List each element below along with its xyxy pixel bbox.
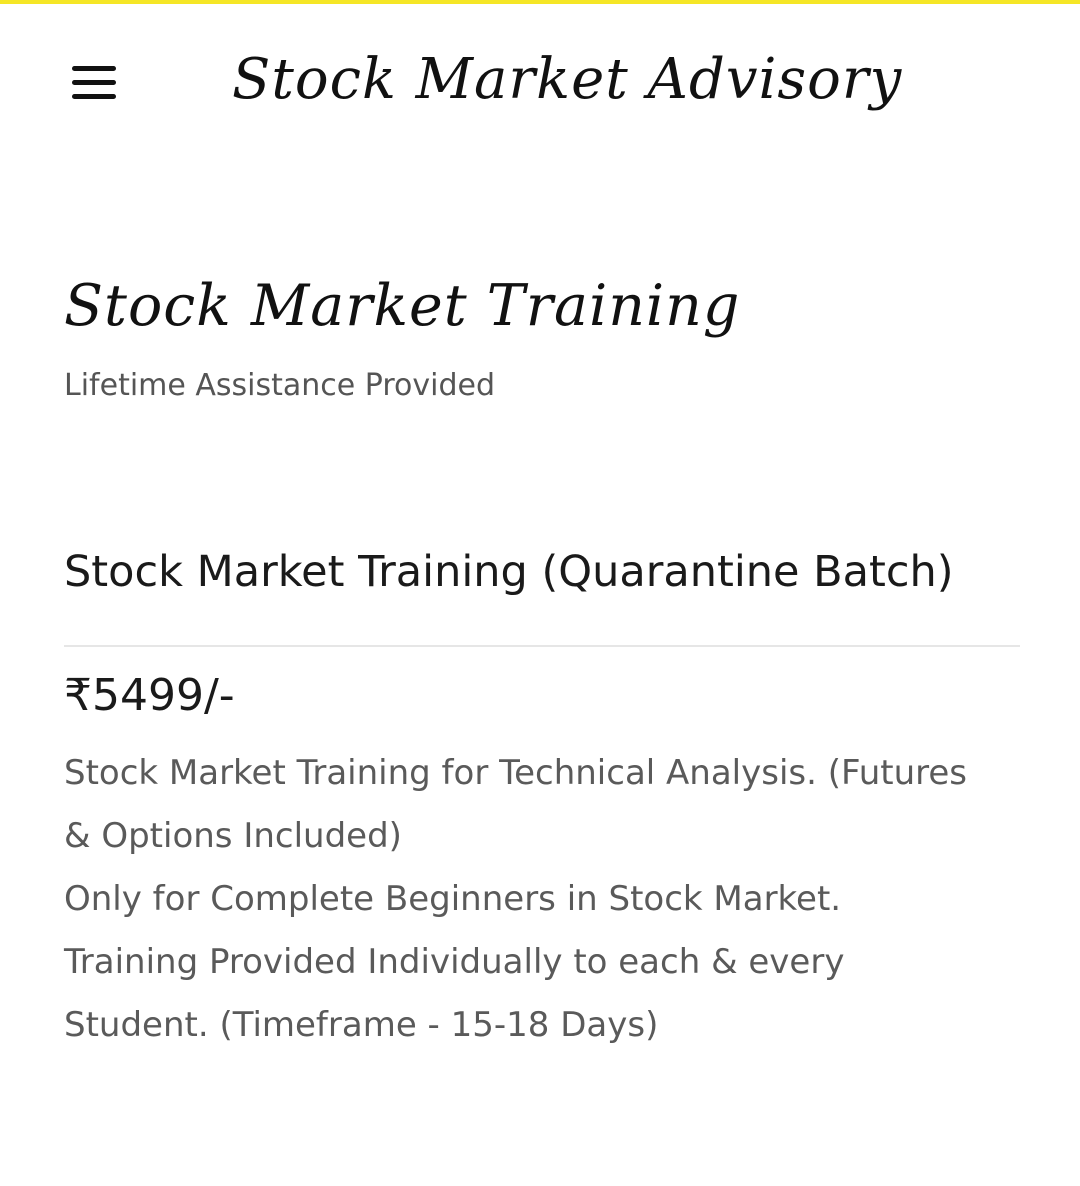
divider (64, 645, 1020, 647)
description-line: Training Provided Individually to each &… (64, 942, 845, 982)
product-name: Stock Market Training (Quarantine Batch) (64, 547, 954, 597)
product-price: ₹5499/- (64, 670, 235, 721)
site-title[interactable]: Stock Market Advisory (232, 40, 992, 120)
page-title: Stock Market Training (64, 273, 741, 339)
product-description: Stock Market Training for Technical Anal… (64, 742, 1020, 1057)
page-subtitle: Lifetime Assistance Provided (64, 368, 496, 403)
description-line: Only for Complete Beginners in Stock Mar… (64, 879, 842, 919)
hamburger-menu-icon (72, 66, 116, 99)
top-accent-bar (0, 0, 1080, 4)
description-line: Student. (Timeframe - 15-18 Days) (64, 1005, 659, 1045)
menu-button[interactable] (64, 58, 124, 110)
description-line: & Options Included) (64, 816, 402, 856)
description-line: Stock Market Training for Technical Anal… (64, 753, 967, 793)
